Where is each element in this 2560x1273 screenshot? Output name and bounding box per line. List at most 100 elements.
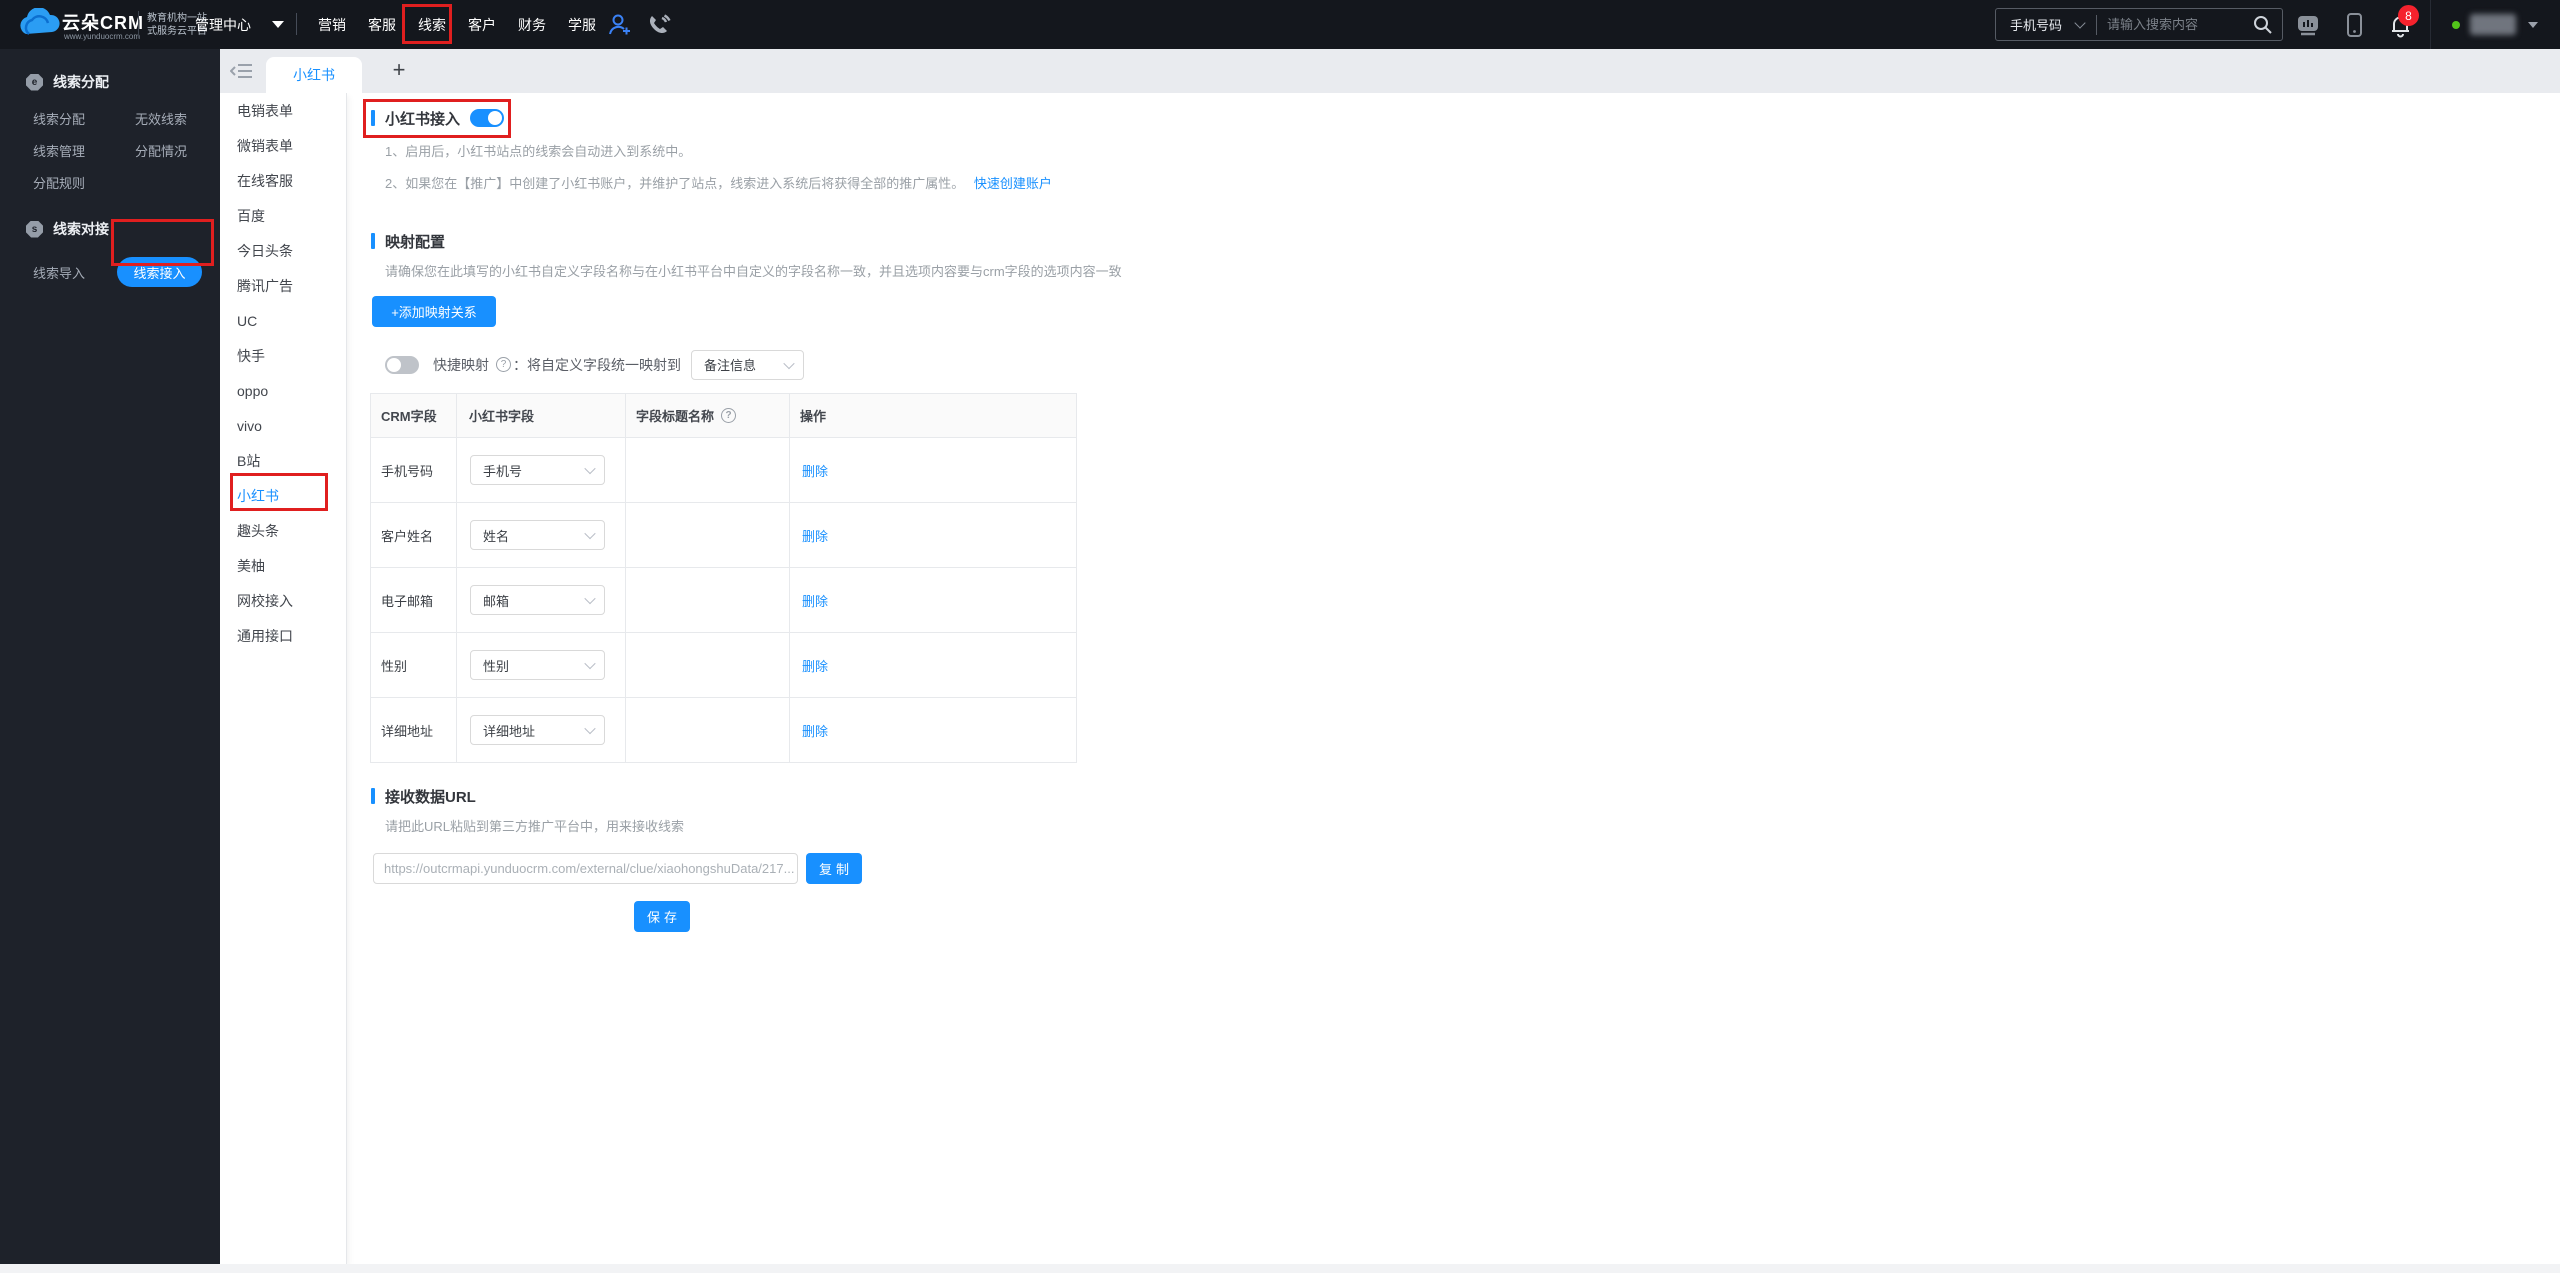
sidebar-item-assign-rules[interactable]: 分配规则 (33, 171, 135, 193)
delete-link[interactable]: 删除 (790, 591, 828, 610)
table-row-action-cell: 删除 (790, 503, 1077, 568)
chevron-down-icon (584, 527, 596, 540)
sidebar-group-clue-assign: e 线索分配 (0, 70, 220, 94)
chevron-down-icon (584, 592, 596, 605)
sidebar-item-assign-status[interactable]: 分配情况 (135, 139, 237, 161)
channel-oppo[interactable]: oppo (220, 373, 346, 408)
brand-url: www.yunduocrm.com (64, 32, 141, 41)
col-header-actions: 操作 (790, 394, 1077, 438)
quick-mapping-label: 快捷映射 (433, 356, 489, 373)
save-button[interactable]: 保存 (634, 901, 690, 932)
table-row-xhs-cell: 性别 (457, 633, 626, 698)
add-tab-button[interactable]: + (384, 55, 414, 85)
collapse-panel-icon[interactable] (230, 62, 254, 80)
nav-item-finance[interactable]: 财务 (518, 15, 546, 35)
tab-bar (220, 49, 2560, 93)
channel-bilibili[interactable]: B站 (220, 443, 346, 478)
channel-generic-api[interactable]: 通用接口 (220, 618, 346, 653)
search-icon[interactable] (2253, 15, 2272, 34)
section-marker (371, 233, 375, 249)
quick-mapping-select[interactable]: 备注信息 (691, 349, 804, 380)
delete-link[interactable]: 删除 (790, 461, 828, 480)
workbench-terminal-icon[interactable] (2295, 12, 2321, 38)
page: 云朵CRM www.yunduocrm.com 教育机构一站 式服务云平台 管理… (0, 0, 2560, 1273)
table-row-action-cell: 删除 (790, 568, 1077, 633)
help-icon[interactable]: ? (496, 357, 511, 372)
chevron-down-icon[interactable] (2074, 16, 2086, 29)
channel-vivo[interactable]: vivo (220, 408, 346, 443)
quick-mapping-row: 快捷映射 ? ：将自定义字段统一映射到 备注信息 (385, 349, 804, 380)
channel-meiyou[interactable]: 美柚 (220, 548, 346, 583)
xhs-field-select[interactable]: 姓名 (470, 520, 605, 550)
channel-school-access[interactable]: 网校接入 (220, 583, 346, 618)
tab-xiaohongshu[interactable]: 小红书 (266, 57, 362, 93)
mapping-title-row: 映射配置 (371, 230, 445, 252)
xhs-field-select[interactable]: 邮箱 (470, 585, 605, 615)
search-category-select[interactable]: 手机号码 (1996, 15, 2062, 34)
channel-online-service[interactable]: 在线客服 (220, 163, 346, 198)
nav-item-marketing[interactable]: 营销 (318, 15, 346, 35)
table-row-xhs-cell: 邮箱 (457, 568, 626, 633)
sidebar-item-clue-manage[interactable]: 线索管理 (33, 139, 135, 161)
quick-mapping-suffix: ：将自定义字段统一映射到 (513, 356, 681, 373)
section-marker (371, 788, 375, 804)
channel-uc[interactable]: UC (220, 303, 346, 338)
table-row-action-cell: 删除 (790, 698, 1077, 763)
mobile-phone-icon[interactable] (2341, 12, 2367, 38)
mapping-section-title: 映射配置 (385, 233, 446, 251)
sidebar-item-invalid-clues[interactable]: 无效线索 (135, 107, 237, 129)
receive-url-input[interactable]: https://outcrmapi.yunduocrm.com/external… (373, 853, 798, 884)
sidebar-group-items: 线索分配 无效线索 线索管理 分配情况 分配规则 (0, 107, 220, 193)
xhs-field-select[interactable]: 手机号 (470, 455, 605, 485)
copy-button[interactable]: 复制 (806, 853, 862, 884)
xhs-field-select[interactable]: 详细地址 (470, 715, 605, 745)
channel-toutiao[interactable]: 今日头条 (220, 233, 346, 268)
delete-link[interactable]: 删除 (790, 721, 828, 740)
notification-badge: 8 (2398, 5, 2419, 26)
channel-xiaohongshu-active[interactable]: 小红书 (220, 478, 346, 513)
chevron-down-icon (584, 462, 596, 475)
mapping-desc: 请确保您在此填写的小红书自定义字段名称与在小红书平台中自定义的字段名称一致，并且… (385, 264, 1122, 279)
url-title-row: 接收数据URL (371, 785, 476, 807)
mapping-table: CRM字段 小红书字段 字段标题名称 ? 操作 手机号码 手机号 删除 客户姓名… (370, 393, 1077, 763)
channel-wechat-form[interactable]: 微销表单 (220, 128, 346, 163)
nav-right-divider (2430, 0, 2431, 49)
nav-item-customers[interactable]: 客户 (468, 15, 496, 35)
table-row-action-cell: 删除 (790, 633, 1077, 698)
add-person-icon[interactable] (606, 12, 632, 38)
user-chevron-down-icon[interactable] (2528, 22, 2538, 28)
add-mapping-button[interactable]: +添加映射关系 (372, 296, 496, 327)
quick-mapping-toggle[interactable] (385, 355, 419, 374)
table-row-crm-cell: 详细地址 (371, 698, 457, 763)
channel-qutoutiao[interactable]: 趣头条 (220, 513, 346, 548)
sidebar-item-clue-access-active[interactable]: 线索接入 (117, 257, 203, 287)
sidebar-group2-row: 线索导入 线索接入 (0, 257, 220, 287)
col-header-field-title: 字段标题名称 ? (626, 394, 790, 438)
delete-link[interactable]: 删除 (790, 526, 828, 545)
create-account-link[interactable]: 快速创建账户 (974, 176, 1052, 191)
delete-link[interactable]: 删除 (790, 656, 828, 675)
chevron-down-icon (584, 722, 596, 735)
channel-tencent-ads[interactable]: 腾讯广告 (220, 268, 346, 303)
chevron-down-icon[interactable] (272, 21, 284, 28)
left-sidebar: e 线索分配 线索分配 无效线索 线索管理 分配情况 分配规则 s 线索对接 线… (0, 49, 220, 1265)
sidebar-item-clue-import[interactable]: 线索导入 (33, 261, 85, 283)
global-search: 手机号码 (1995, 8, 2283, 41)
help-icon[interactable]: ? (721, 408, 737, 423)
channel-telesales-form[interactable]: 电销表单 (220, 93, 346, 128)
avatar[interactable] (2470, 14, 2516, 35)
nav-item-clues[interactable]: 线索 (418, 15, 446, 35)
xhs-field-select[interactable]: 性别 (470, 650, 605, 680)
sidebar-group-clue-connect: s 线索对接 (0, 217, 220, 241)
call-phone-icon[interactable] (646, 12, 672, 38)
access-toggle[interactable] (470, 109, 505, 127)
nav-item-service[interactable]: 客服 (368, 15, 396, 35)
sidebar-item-clue-assign[interactable]: 线索分配 (33, 107, 135, 129)
nav-item-study[interactable]: 学服 (568, 15, 596, 35)
channel-kuaishou[interactable]: 快手 (220, 338, 346, 373)
search-input[interactable] (2097, 17, 2253, 32)
channel-baidu[interactable]: 百度 (220, 198, 346, 233)
chevron-down-icon (584, 657, 596, 670)
channel-panel: 电销表单 微销表单 在线客服 百度 今日头条 腾讯广告 UC 快手 oppo v… (220, 93, 347, 1264)
nav-admin-center[interactable]: 管理中心 (195, 0, 251, 49)
